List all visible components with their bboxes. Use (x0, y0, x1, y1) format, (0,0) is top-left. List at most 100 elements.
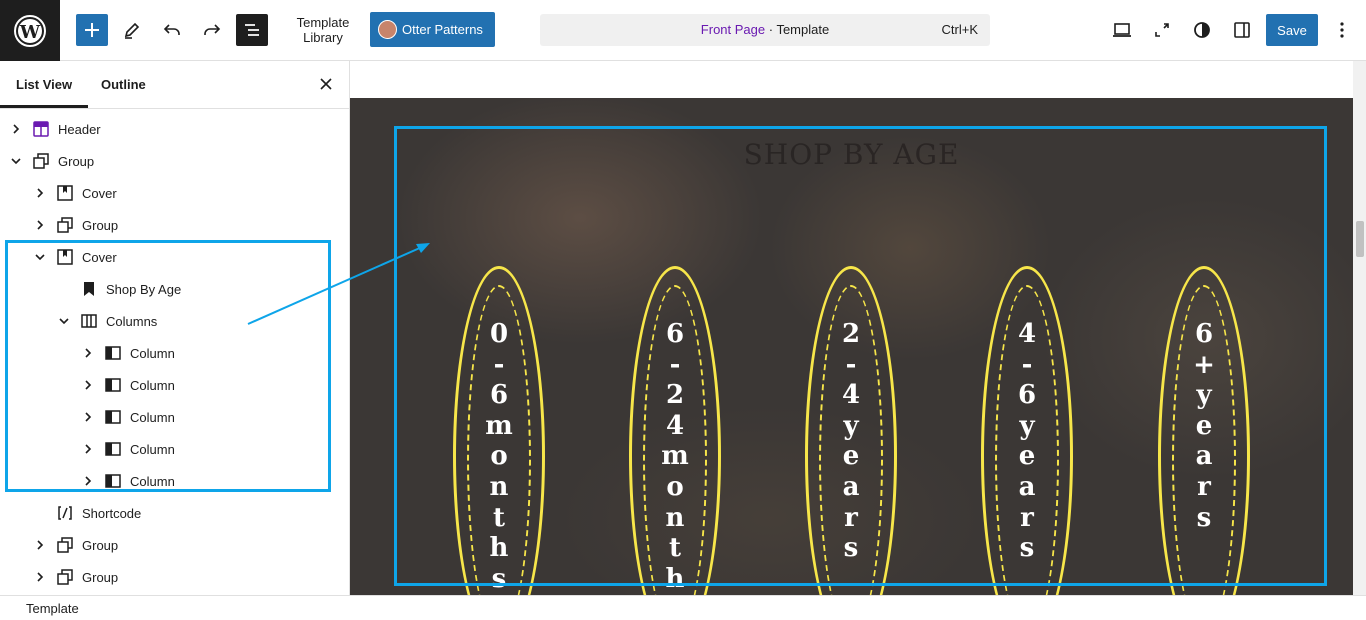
column-icon (104, 408, 122, 426)
tree-item-label: Columns (106, 313, 158, 329)
tree-item-label: Column (130, 473, 175, 489)
tree-item-label: Shortcode (82, 505, 142, 521)
age-column[interactable]: 6 + y e a r s (1158, 266, 1250, 595)
device-preview-button[interactable] (1106, 14, 1138, 46)
tree-item-label: Column (130, 345, 175, 361)
settings-sidebar-button[interactable] (1226, 14, 1258, 46)
header-icon (32, 120, 50, 138)
block-inserter-button[interactable] (76, 14, 108, 46)
chevron-right-icon[interactable] (82, 443, 94, 455)
age-column[interactable]: 4 - 6 y e a r s (981, 266, 1073, 595)
styles-button[interactable] (1186, 14, 1218, 46)
tree-item-column[interactable]: Column (82, 369, 175, 401)
column-icon (104, 472, 122, 490)
chevron-right-icon[interactable] (82, 475, 94, 487)
document-title-separator: · (765, 22, 777, 37)
sidebar-toggle-icon (1234, 22, 1250, 38)
tree-item-label: Group (82, 569, 119, 585)
column-icon (104, 376, 122, 394)
save-button[interactable]: Save (1266, 14, 1318, 46)
cover-block[interactable]: SHOP BY AGE 0 - 6 m o n t h s 6 - 2 4 m o… (350, 98, 1353, 595)
chevron-right-icon[interactable] (82, 411, 94, 423)
tree-item-group[interactable]: Group (34, 529, 118, 561)
chevron-down-icon[interactable] (10, 155, 22, 167)
document-title-type: Template (776, 22, 830, 37)
cover-icon (56, 184, 74, 202)
age-column-label: 6 - 2 4 m o n t h s (661, 319, 689, 595)
chevron-right-icon[interactable] (34, 187, 46, 199)
document-title: Front Page · Template (540, 22, 990, 37)
group-icon (56, 216, 74, 234)
tree-item-label: Group (58, 153, 95, 169)
age-column-label: 4 - 6 y e a r s (1017, 319, 1037, 564)
chevron-down-icon[interactable] (58, 315, 70, 327)
template-library-button[interactable]: Template Library (288, 15, 358, 45)
tree-item-label: Column (130, 377, 175, 393)
tab-list-view[interactable]: List View (0, 77, 89, 108)
chevron-right-icon[interactable] (34, 571, 46, 583)
cover-icon (56, 248, 74, 266)
tree-item-header[interactable]: Header (10, 113, 101, 145)
document-title-name: Front Page (700, 22, 766, 37)
command-palette-bar[interactable]: Front Page · Template Ctrl+K (540, 14, 990, 46)
tree-item-label: Column (130, 441, 175, 457)
wordpress-logo-icon[interactable]: W (0, 0, 60, 61)
document-overview-button[interactable] (236, 14, 268, 46)
template-library-label-2: Library (303, 30, 343, 45)
close-icon (320, 78, 332, 90)
columns-icon (80, 312, 98, 330)
otter-patterns-label: Otter Patterns (402, 22, 483, 37)
tree-item-group[interactable]: Group (34, 561, 118, 593)
chevron-right-icon[interactable] (34, 219, 46, 231)
age-column-label: 0 - 6 m o n t h s (485, 319, 513, 594)
tree-item-column[interactable]: Column (82, 433, 175, 465)
age-column[interactable]: 6 - 2 4 m o n t h s (629, 266, 721, 595)
age-column-label: 2 - 4 y e a r s (841, 319, 861, 564)
tree-item-columns[interactable]: Columns (58, 305, 157, 337)
expand-icon (1155, 23, 1169, 37)
column-icon (104, 344, 122, 362)
canvas-scrollbar[interactable] (1353, 61, 1366, 595)
list-view-icon (245, 24, 259, 36)
undo-button[interactable] (156, 14, 188, 46)
chevron-right-icon[interactable] (10, 123, 22, 135)
block-breadcrumb-bar: Template (0, 595, 1366, 620)
svg-text:W: W (19, 22, 41, 43)
cover-heading: SHOP BY AGE (743, 138, 960, 171)
tree-item-column[interactable]: Column (82, 401, 175, 433)
tree-item-group[interactable]: Group (10, 145, 94, 177)
tree-item-cover[interactable]: Cover (34, 177, 117, 209)
tree-item-shop-by-age[interactable]: Shop By Age (58, 273, 181, 305)
tree-item-label: Group (82, 537, 119, 553)
otter-patterns-button[interactable]: Otter Patterns (370, 12, 495, 47)
chevron-down-icon[interactable] (34, 251, 46, 263)
more-vertical-icon (1340, 22, 1344, 38)
age-column[interactable]: 0 - 6 m o n t h s (453, 266, 545, 595)
undo-icon (163, 24, 180, 35)
tools-button[interactable] (116, 14, 148, 46)
contrast-icon (1194, 22, 1210, 38)
tree-item-column[interactable]: Column (82, 465, 175, 497)
group-icon (56, 568, 74, 586)
chevron-right-icon[interactable] (82, 347, 94, 359)
scrollbar-thumb[interactable] (1356, 221, 1364, 257)
tree-item-group[interactable]: Group (34, 209, 118, 241)
options-menu-button[interactable] (1326, 14, 1358, 46)
close-sidebar-button[interactable] (316, 75, 336, 95)
chevron-right-icon[interactable] (34, 539, 46, 551)
tree-item-cover[interactable]: Cover (34, 241, 117, 273)
bookmark-icon (80, 280, 98, 298)
fullscreen-button[interactable] (1146, 14, 1178, 46)
pencil-icon (124, 22, 140, 39)
tree-item-column[interactable]: Column (82, 337, 175, 369)
breadcrumb-template[interactable]: Template (26, 601, 79, 616)
redo-button[interactable] (196, 14, 228, 46)
tree-item-label: Cover (82, 249, 117, 265)
tree-item-shortcode[interactable]: Shortcode (34, 497, 141, 529)
age-column[interactable]: 2 - 4 y e a r s (805, 266, 897, 595)
chevron-right-icon[interactable] (82, 379, 94, 391)
plus-icon (85, 23, 99, 37)
tab-outline[interactable]: Outline (101, 77, 146, 92)
